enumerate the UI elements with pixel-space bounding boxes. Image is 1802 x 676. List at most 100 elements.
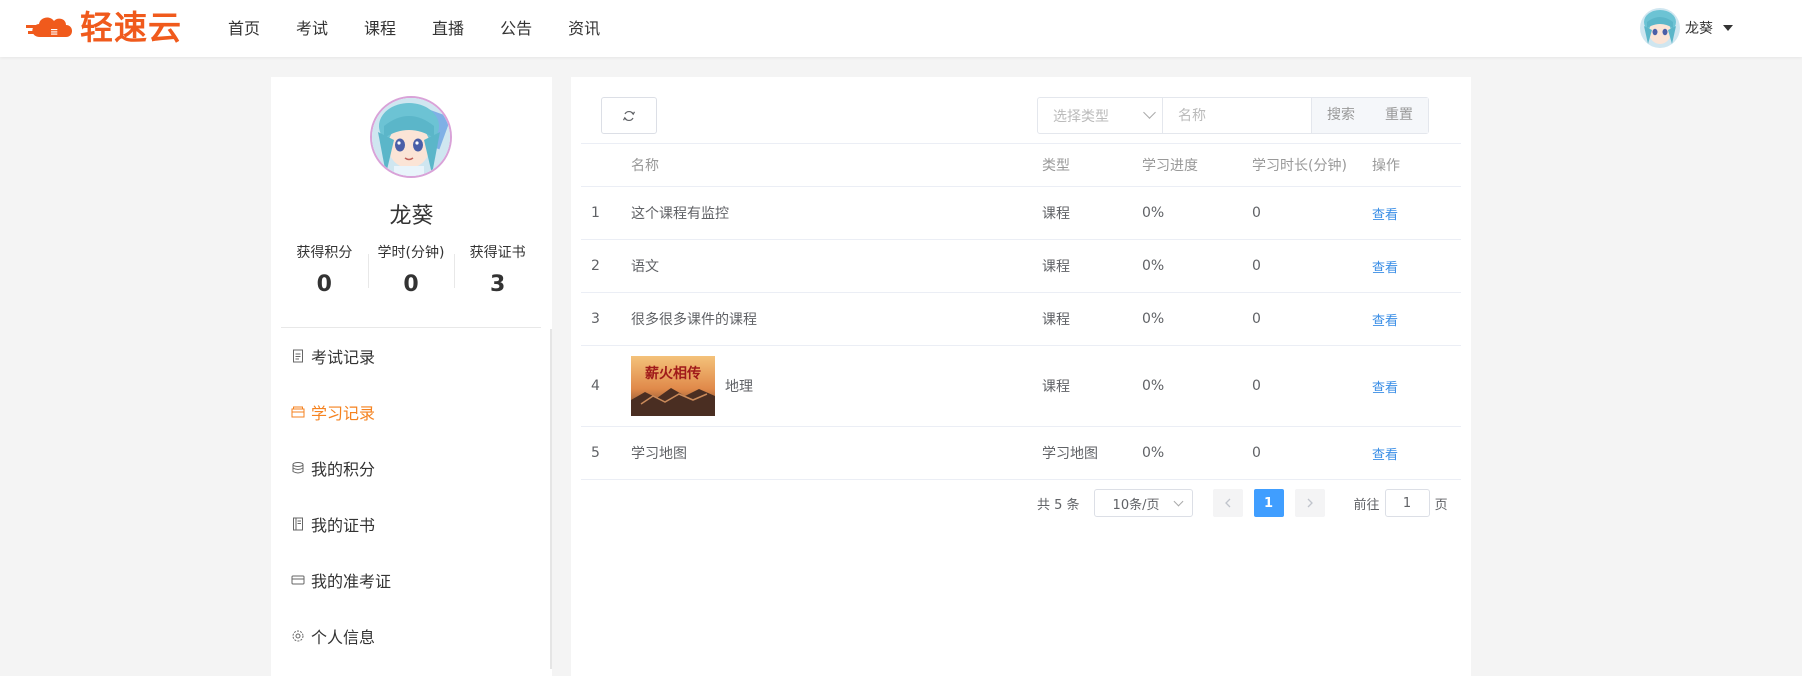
nav-item-exam[interactable]: 考试	[296, 0, 328, 57]
search-button[interactable]: 搜索	[1312, 98, 1370, 133]
chevron-down-icon	[1173, 496, 1183, 507]
caret-down-icon[interactable]	[1723, 25, 1733, 31]
view-link[interactable]: 查看	[1372, 448, 1398, 463]
cloud-logo-icon: ≡	[26, 11, 78, 45]
table-row: 2 语文 课程 0% 0 查看	[581, 240, 1461, 293]
sidebar-item-study-records[interactable]: 学习记录	[271, 384, 550, 440]
pagination-total: 共 5 条	[1037, 497, 1080, 513]
course-thumbnail[interactable]: 薪火相传	[631, 356, 715, 416]
row-index: 3	[591, 311, 600, 327]
profile-avatar	[370, 96, 452, 178]
stat-value: 0	[403, 272, 419, 297]
avatar[interactable]	[1640, 8, 1680, 48]
stat-label: 获得证书	[469, 245, 526, 261]
refresh-button[interactable]	[601, 97, 657, 134]
nav-item-home[interactable]: 首页	[228, 0, 260, 57]
stat-value: 0	[316, 272, 332, 297]
row-type: 学习地图	[1042, 446, 1098, 462]
nav-item-notice[interactable]: 公告	[500, 0, 532, 57]
profile-sidebar: 龙葵 获得积分 0 学时(分钟) 0 获得证书 3 考试记录 学习记录 我的积分…	[271, 77, 552, 676]
stat-certificates: 获得证书 3	[454, 242, 541, 302]
logo-text: 轻速云	[80, 8, 182, 47]
sidebar-item-label: 我的证书	[311, 516, 376, 535]
sidebar-scrollbar[interactable]	[550, 329, 552, 669]
row-name-text: 这个课程有监控	[631, 206, 729, 222]
goto-page-input[interactable]	[1384, 489, 1430, 517]
nav-item-news[interactable]: 资讯	[568, 0, 600, 57]
column-header-name: 名称	[631, 158, 659, 174]
column-header-action: 操作	[1372, 158, 1400, 174]
row-name: 很多很多课件的课程	[631, 309, 1042, 329]
row-duration: 0	[1252, 205, 1261, 221]
row-progress: 0%	[1142, 311, 1165, 327]
type-select[interactable]: 选择类型	[1038, 98, 1163, 133]
row-action: 查看	[1372, 204, 1461, 223]
row-name-text: 地理	[725, 379, 753, 395]
gear-icon	[291, 629, 305, 643]
row-name: 语文	[631, 256, 1042, 276]
refresh-icon	[622, 110, 636, 121]
sidebar-item-personal-info[interactable]: 个人信息	[271, 608, 550, 664]
row-duration: 0	[1252, 311, 1261, 327]
sidebar-item-label: 我的积分	[311, 460, 376, 479]
row-duration: 0	[1252, 445, 1261, 461]
table-row: 5 学习地图 学习地图 0% 0 查看	[581, 427, 1461, 480]
table-row: 4 薪火相传 地理 课程 0% 0 查看	[581, 346, 1461, 427]
sidebar-item-label: 个人信息	[311, 628, 376, 647]
goto-suffix: 页	[1434, 497, 1448, 513]
row-progress: 0%	[1142, 205, 1165, 221]
brand-logo[interactable]: ≡ 轻速云	[26, 11, 182, 45]
notebook-icon	[291, 517, 305, 531]
row-name-text: 很多很多课件的课程	[631, 312, 757, 328]
stat-label: 学时(分钟)	[377, 245, 445, 261]
row-name: 这个课程有监控	[631, 203, 1042, 223]
prev-page-button[interactable]	[1212, 489, 1243, 517]
nav-item-live[interactable]: 直播	[432, 0, 464, 57]
row-type: 课程	[1042, 379, 1070, 395]
card-icon	[291, 573, 305, 587]
goto-prefix: 前往	[1353, 497, 1380, 513]
filter-button-group: 搜索 重置	[1311, 98, 1428, 133]
view-link[interactable]: 查看	[1372, 381, 1398, 396]
row-index: 4	[591, 378, 600, 394]
row-index: 5	[591, 445, 600, 461]
table-row: 3 很多很多课件的课程 课程 0% 0 查看	[581, 293, 1461, 346]
chevron-left-icon	[1224, 498, 1231, 508]
main-nav: 首页 考试 课程 直播 公告 资讯	[228, 0, 636, 57]
sidebar-item-my-certificates[interactable]: 我的证书	[271, 496, 550, 552]
column-header-type: 类型	[1042, 158, 1070, 174]
thumbnail-caption: 薪火相传	[645, 365, 701, 382]
row-action: 查看	[1372, 377, 1461, 396]
row-progress: 0%	[1142, 258, 1165, 274]
pagination: 共 5 条 10条/页 1 前往 页	[1037, 488, 1448, 518]
row-progress: 0%	[1142, 378, 1165, 394]
view-link[interactable]: 查看	[1372, 314, 1398, 329]
sidebar-item-my-points[interactable]: 我的积分	[271, 440, 550, 496]
row-name-text: 学习地图	[631, 446, 687, 462]
sidebar-item-label: 考试记录	[311, 348, 376, 367]
view-link[interactable]: 查看	[1372, 261, 1398, 276]
folder-icon	[291, 405, 305, 419]
stat-label: 获得积分	[296, 245, 353, 261]
name-search-input[interactable]	[1163, 98, 1311, 133]
row-type: 课程	[1042, 259, 1070, 275]
user-menu[interactable]: 龙葵	[1640, 7, 1733, 49]
row-duration: 0	[1252, 258, 1261, 274]
reset-button[interactable]: 重置	[1370, 98, 1428, 133]
next-page-button[interactable]	[1294, 489, 1325, 517]
table-row: 1 这个课程有监控 课程 0% 0 查看	[581, 187, 1461, 240]
page-number-current[interactable]: 1	[1253, 489, 1284, 517]
row-duration: 0	[1252, 378, 1261, 394]
sidebar-item-admission-ticket[interactable]: 我的准考证	[271, 552, 550, 608]
sidebar-menu: 考试记录 学习记录 我的积分 我的证书 我的准考证 个人信息	[271, 328, 550, 664]
page-jumper: 前往 页	[1354, 489, 1448, 517]
nav-item-course[interactable]: 课程	[364, 0, 396, 57]
row-name-text: 语文	[631, 259, 659, 275]
view-link[interactable]: 查看	[1372, 208, 1398, 223]
page-size-select[interactable]: 10条/页	[1093, 489, 1193, 517]
stat-value: 3	[490, 272, 506, 297]
row-type: 课程	[1042, 206, 1070, 222]
svg-text:≡: ≡	[50, 27, 58, 38]
sidebar-item-exam-records[interactable]: 考试记录	[271, 328, 550, 384]
profile-name: 龙葵	[389, 204, 434, 229]
